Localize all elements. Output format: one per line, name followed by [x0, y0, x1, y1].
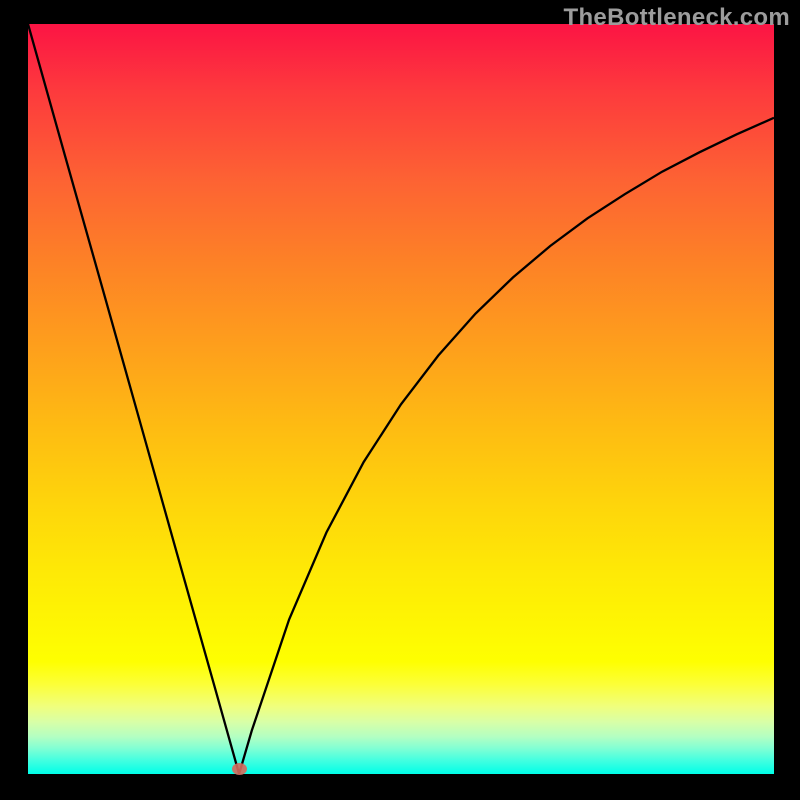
minimum-marker [232, 763, 247, 775]
chart-frame: TheBottleneck.com [0, 0, 800, 800]
watermark-text: TheBottleneck.com [564, 4, 790, 32]
curve-svg [28, 24, 774, 774]
bottleneck-curve [28, 24, 774, 774]
plot-area [28, 24, 774, 774]
